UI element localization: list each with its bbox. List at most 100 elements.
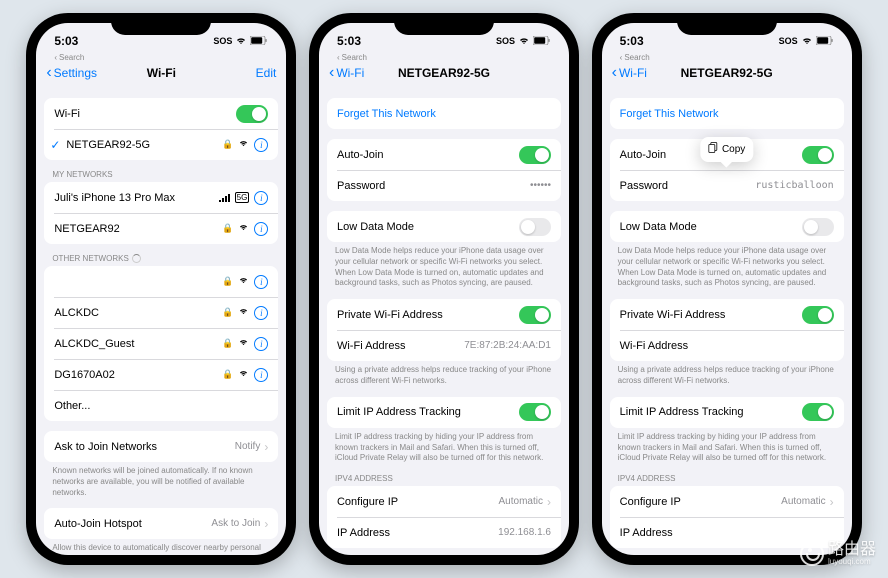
- auto-footer: Allow this device to automatically disco…: [44, 539, 278, 555]
- password-row[interactable]: Password ••••••: [327, 170, 561, 201]
- forget-network-button[interactable]: Forget This Network: [327, 98, 561, 129]
- phone-wifi-detail-hidden: 5:03 SOS ‹ Search ‹ Wi-Fi NETGEAR92-5G F…: [309, 13, 579, 565]
- info-button[interactable]: i: [254, 337, 268, 351]
- battery-icon: [816, 36, 834, 47]
- auto-join-toggle[interactable]: [802, 146, 834, 164]
- chevron-left-icon: ‹: [46, 64, 51, 82]
- network-name: Juli's iPhone 13 Pro Max: [54, 192, 218, 204]
- breadcrumb-search[interactable]: ‹ Search: [319, 53, 569, 62]
- status-sos: SOS: [213, 36, 232, 46]
- limit-ip-toggle[interactable]: [519, 403, 551, 421]
- back-button[interactable]: ‹ Wi-Fi: [329, 64, 364, 82]
- info-button[interactable]: i: [254, 222, 268, 236]
- wifi-icon: [238, 369, 249, 380]
- limit-ip-row: Limit IP Address Tracking: [327, 397, 561, 428]
- phone-wifi-list: 5:03 SOS ‹ Search ‹ Settings Wi-Fi Edit: [26, 13, 296, 565]
- wifi-toggle[interactable]: [236, 105, 268, 123]
- signal-icon: [219, 194, 230, 202]
- wifi-icon: [801, 36, 813, 47]
- low-data-mode-row: Low Data Mode: [327, 211, 561, 242]
- connected-network-row[interactable]: ✓ NETGEAR92-5G 🔒 i: [44, 129, 278, 160]
- info-button[interactable]: i: [254, 368, 268, 382]
- watermark-icon: [800, 542, 824, 566]
- limit-ip-toggle[interactable]: [802, 403, 834, 421]
- chevron-right-icon: ›: [547, 495, 551, 509]
- info-button[interactable]: i: [254, 191, 268, 205]
- wifi-toggle-row: Wi-Fi: [44, 98, 278, 129]
- info-button[interactable]: i: [254, 275, 268, 289]
- configure-ip-row[interactable]: Configure IP Automatic ›: [327, 486, 561, 517]
- phone-wifi-detail-revealed: 5:03 SOS ‹ Search ‹ Wi-Fi NETGEAR92-5G C…: [592, 13, 862, 565]
- status-time: 5:03: [620, 34, 644, 48]
- info-button[interactable]: i: [254, 138, 268, 152]
- back-button[interactable]: ‹ Settings: [46, 64, 97, 82]
- private-wifi-toggle[interactable]: [519, 306, 551, 324]
- watermark: 路由器 luyouqi.com: [800, 542, 876, 566]
- other-network-row-other[interactable]: Other...: [44, 390, 278, 421]
- wifi-address-row[interactable]: Wi-Fi Address: [610, 330, 844, 361]
- auto-join-toggle[interactable]: [519, 146, 551, 164]
- lock-icon: 🔒: [222, 369, 233, 380]
- breadcrumb-search[interactable]: ‹ Search: [36, 53, 286, 62]
- connected-network-name: NETGEAR92-5G: [66, 139, 222, 151]
- screen-2: 5:03 SOS ‹ Search ‹ Wi-Fi NETGEAR92-5G F…: [319, 23, 569, 555]
- notch: [394, 13, 494, 35]
- watermark-main: 路由器: [828, 542, 876, 558]
- chevron-left-icon: ‹: [620, 53, 623, 62]
- low-data-toggle[interactable]: [519, 218, 551, 236]
- private-wifi-row: Private Wi-Fi Address: [610, 299, 844, 330]
- copy-icon: [708, 142, 718, 157]
- wifi-icon: [518, 36, 530, 47]
- copy-label: Copy: [722, 144, 745, 155]
- network-name: Other...: [54, 400, 268, 412]
- status-sos: SOS: [496, 36, 515, 46]
- watermark-sub: luyouqi.com: [828, 558, 876, 566]
- limit-footer: Limit IP address tracking by hiding your…: [327, 428, 561, 464]
- private-footer: Using a private address helps reduce tra…: [327, 361, 561, 387]
- other-network-row[interactable]: ALCKDC_Guest 🔒 i: [44, 328, 278, 359]
- other-network-row[interactable]: 🔒 i: [44, 266, 278, 297]
- private-wifi-toggle[interactable]: [802, 306, 834, 324]
- low-data-footer: Low Data Mode helps reduce your iPhone d…: [610, 242, 844, 289]
- copy-popover[interactable]: Copy: [700, 137, 753, 162]
- nav-header: ‹ Wi-Fi NETGEAR92-5G: [602, 62, 852, 88]
- my-network-row[interactable]: NETGEAR92 🔒 i: [44, 213, 278, 244]
- other-network-row[interactable]: DG1670A02 🔒 i: [44, 359, 278, 390]
- status-time: 5:03: [54, 34, 78, 48]
- low-data-mode-row: Low Data Mode: [610, 211, 844, 242]
- wifi-address-row[interactable]: Wi-Fi Address 7E:87:2B:24:AA:D1: [327, 330, 561, 361]
- chevron-right-icon: ›: [830, 495, 834, 509]
- ip-address-row[interactable]: IP Address 192.168.1.6: [327, 517, 561, 548]
- page-title: NETGEAR92-5G: [681, 66, 773, 80]
- other-network-row[interactable]: ALCKDC 🔒 i: [44, 297, 278, 328]
- low-data-toggle[interactable]: [802, 218, 834, 236]
- low-data-footer: Low Data Mode helps reduce your iPhone d…: [327, 242, 561, 289]
- auto-join-hotspot-row[interactable]: Auto-Join Hotspot Ask to Join ›: [44, 508, 278, 539]
- breadcrumb-search[interactable]: ‹ Search: [602, 53, 852, 62]
- nav-header: ‹ Settings Wi-Fi Edit: [36, 62, 286, 88]
- network-name: NETGEAR92: [54, 223, 222, 235]
- configure-ip-row[interactable]: Configure IP Automatic ›: [610, 486, 844, 517]
- page-title: Wi-Fi: [147, 66, 176, 80]
- wifi-icon: [238, 338, 249, 349]
- password-row[interactable]: Password rusticballoon: [610, 170, 844, 201]
- my-network-row[interactable]: Juli's iPhone 13 Pro Max 5G i: [44, 182, 278, 213]
- ask-to-join-row[interactable]: Ask to Join Networks Notify ›: [44, 431, 278, 462]
- info-button[interactable]: i: [254, 306, 268, 320]
- wifi-icon: [238, 307, 249, 318]
- status-time: 5:03: [337, 34, 361, 48]
- wifi-icon: [238, 223, 249, 234]
- edit-button[interactable]: Edit: [256, 66, 277, 80]
- network-name: ALCKDC_Guest: [54, 338, 222, 350]
- auto-join-row: Auto-Join: [327, 139, 561, 170]
- ipv4-header: IPV4 ADDRESS: [327, 474, 561, 486]
- back-button[interactable]: ‹ Wi-Fi: [612, 64, 647, 82]
- my-networks-header: MY NETWORKS: [44, 170, 278, 182]
- battery-icon: [250, 36, 268, 47]
- private-footer: Using a private address helps reduce tra…: [610, 361, 844, 387]
- forget-network-button[interactable]: Forget This Network: [610, 98, 844, 129]
- wifi-icon: [235, 36, 247, 47]
- nav-header: ‹ Wi-Fi NETGEAR92-5G: [319, 62, 569, 88]
- wifi-content: Wi-Fi ✓ NETGEAR92-5G 🔒 i MY: [36, 88, 286, 555]
- spinner-icon: [132, 254, 141, 263]
